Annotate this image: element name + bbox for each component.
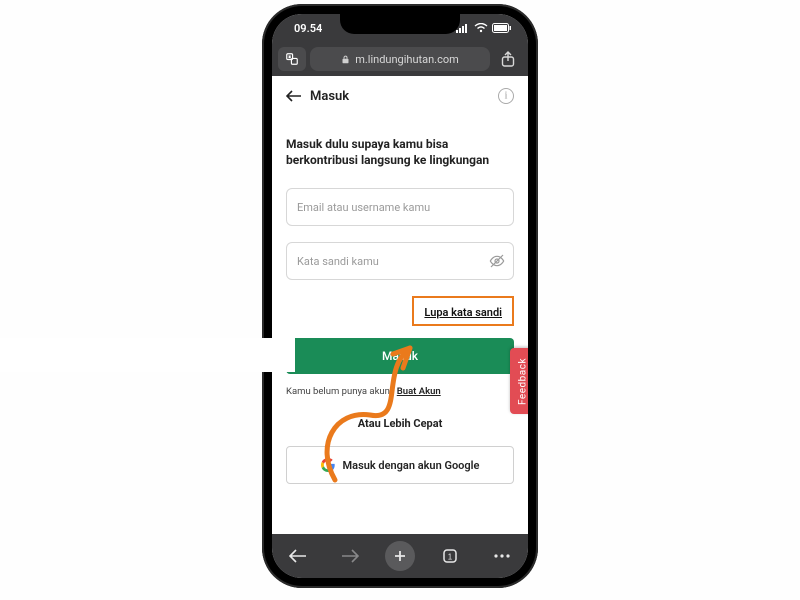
login-button[interactable]: Masuk <box>286 338 514 374</box>
password-field[interactable]: Kata sandi kamu <box>286 242 514 280</box>
translate-button[interactable] <box>278 47 306 71</box>
phone-frame: 09.54 m.lindungihutan.com <box>262 4 538 588</box>
phone-screen: 09.54 m.lindungihutan.com <box>272 14 528 578</box>
or-faster-label: Atau Lebih Cepat <box>286 417 514 430</box>
status-time: 09.54 <box>294 22 322 35</box>
password-placeholder: Kata sandi kamu <box>297 255 379 268</box>
page-glare <box>0 338 295 372</box>
wifi-icon <box>474 23 488 33</box>
battery-icon <box>492 23 512 33</box>
google-button-label: Masuk dengan akun Google <box>343 459 480 472</box>
status-icons <box>456 23 512 33</box>
google-login-button[interactable]: Masuk dengan akun Google <box>286 446 514 484</box>
info-icon[interactable] <box>498 88 514 104</box>
google-icon <box>321 458 335 472</box>
browser-menu-button[interactable] <box>485 539 519 573</box>
feedback-tab[interactable]: Feedback <box>510 348 528 414</box>
url-pill[interactable]: m.lindungihutan.com <box>310 47 490 71</box>
browser-back-button[interactable] <box>281 539 315 573</box>
email-field[interactable]: Email atau username kamu <box>286 188 514 226</box>
lock-icon <box>341 55 350 64</box>
create-account-row: Kamu belum punya akun? Buat Akun <box>286 386 514 397</box>
login-prompt: Masuk dulu supaya kamu bisa berkontribus… <box>286 136 514 168</box>
browser-forward-button[interactable] <box>333 539 367 573</box>
page-header: Masuk <box>272 76 528 116</box>
browser-url-bar: m.lindungihutan.com <box>272 42 528 76</box>
login-button-label: Masuk <box>382 349 418 363</box>
create-account-prefix: Kamu belum punya akun? <box>286 386 397 397</box>
browser-bottom-bar: 1 <box>272 534 528 578</box>
eye-off-icon[interactable] <box>489 253 505 269</box>
share-button[interactable] <box>494 47 522 71</box>
feedback-label: Feedback <box>518 357 529 404</box>
browser-new-tab-button[interactable] <box>385 541 415 571</box>
create-account-link[interactable]: Buat Akun <box>397 386 441 397</box>
login-page: Masuk Masuk dulu supaya kamu bisa berkon… <box>272 76 528 534</box>
forgot-row: Lupa kata sandi <box>286 296 514 326</box>
back-icon[interactable] <box>286 90 302 102</box>
phone-notch <box>340 14 460 34</box>
page-title: Masuk <box>310 89 349 104</box>
login-form: Masuk dulu supaya kamu bisa berkontribus… <box>272 116 528 484</box>
url-text: m.lindungihutan.com <box>355 53 459 66</box>
browser-tabs-button[interactable]: 1 <box>433 539 467 573</box>
email-placeholder: Email atau username kamu <box>297 201 430 214</box>
svg-text:1: 1 <box>448 553 453 562</box>
forgot-highlight: Lupa kata sandi <box>412 296 514 326</box>
forgot-password-link[interactable]: Lupa kata sandi <box>420 304 506 321</box>
